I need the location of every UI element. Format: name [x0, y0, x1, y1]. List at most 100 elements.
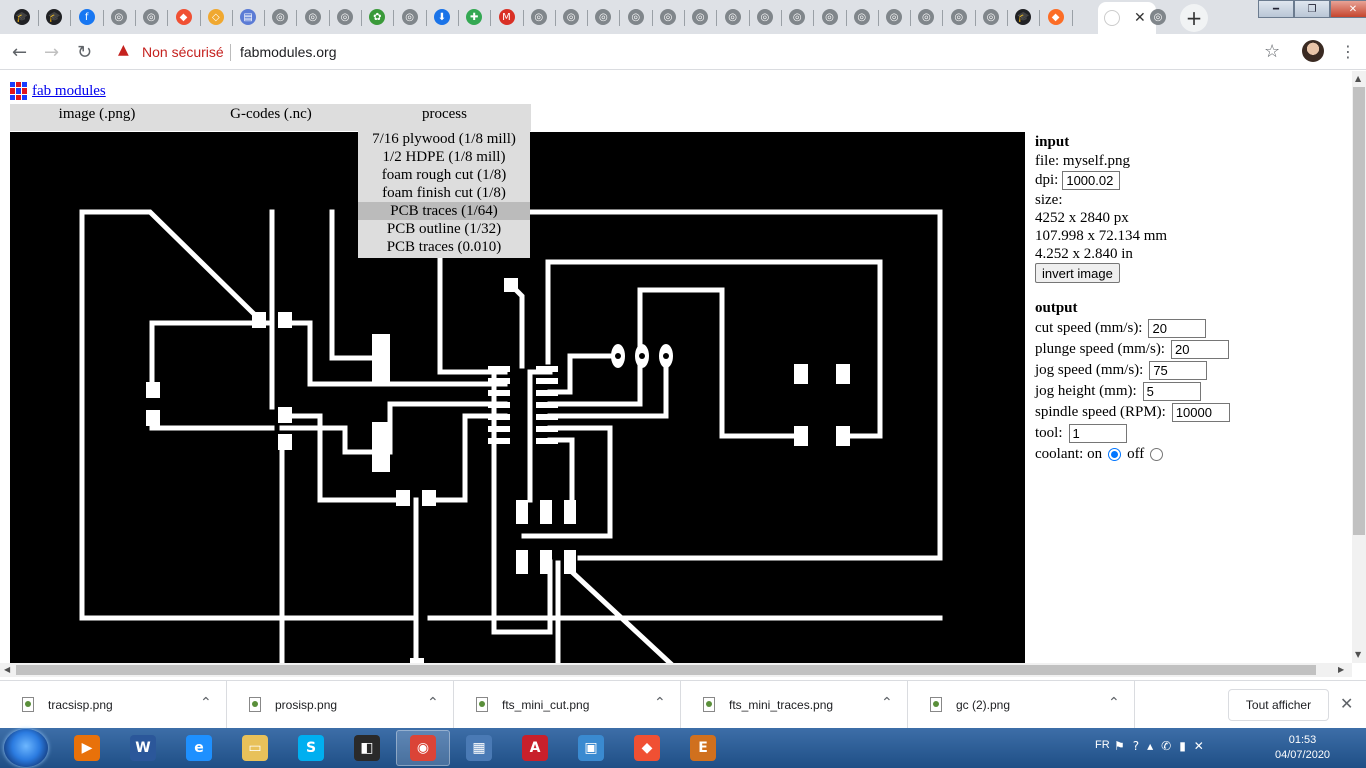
forward-arrow-icon[interactable]: → [44, 42, 59, 63]
warning-icon[interactable]: ▲ [118, 42, 129, 58]
language-indicator[interactable]: FR [1095, 739, 1110, 751]
browser-tab[interactable]: ◎ [103, 2, 135, 32]
browser-tab[interactable]: ✿ [361, 2, 393, 32]
scroll-left-icon[interactable]: ◀ [4, 665, 10, 674]
download-item[interactable]: fts_mini_traces.png ⌃ [681, 681, 908, 729]
browser-tab[interactable]: ◎ [555, 2, 587, 32]
plunge-speed-input[interactable] [1170, 340, 1229, 359]
chevron-up-icon[interactable]: ⌃ [427, 695, 439, 711]
spindle-speed-input[interactable] [1171, 403, 1230, 422]
coolant-on-radio[interactable] [1108, 448, 1122, 461]
chevron-up-icon[interactable]: ⌃ [881, 695, 893, 711]
browser-tab[interactable]: ✚ [458, 2, 490, 32]
profile-avatar[interactable] [1302, 40, 1324, 62]
browser-tab[interactable]: ◎ [135, 2, 167, 32]
menu-process[interactable]: process [358, 106, 531, 123]
minimize-button[interactable]: ━ [1258, 0, 1294, 18]
browser-tab[interactable]: ◎ [910, 2, 942, 32]
browser-tab[interactable]: ◎ [717, 2, 749, 32]
browser-tab[interactable]: M [491, 2, 523, 32]
back-arrow-icon[interactable]: ← [12, 42, 27, 63]
start-button[interactable] [4, 729, 48, 767]
download-item[interactable]: gc (2).png ⌃ [908, 681, 1135, 729]
browser-tab[interactable]: f [71, 2, 103, 32]
browser-tab[interactable]: ◎ [684, 2, 716, 32]
taskbar-app[interactable]: ▣ [564, 730, 618, 766]
more-menu-icon[interactable]: ⋮ [1340, 42, 1356, 61]
security-label[interactable]: Non sécurisé [142, 44, 224, 60]
browser-tab[interactable]: ◎ [943, 2, 975, 32]
browser-tab[interactable]: ◎ [781, 2, 813, 32]
taskbar-app[interactable]: ◧ [340, 730, 394, 766]
chevron-up-icon[interactable]: ⌃ [1108, 695, 1120, 711]
dpi-input[interactable] [1062, 171, 1121, 190]
taskbar-app[interactable]: ▭ [228, 730, 282, 766]
close-window-button[interactable]: ✕ [1330, 0, 1366, 18]
chevron-up-icon[interactable]: ⌃ [654, 695, 666, 711]
reload-icon[interactable]: ↻ [77, 42, 92, 63]
download-item[interactable]: tracsisp.png ⌃ [0, 681, 227, 729]
browser-tab[interactable]: ◎ [652, 2, 684, 32]
taskbar-app[interactable]: e [172, 730, 226, 766]
browser-tab[interactable]: ◎ [814, 2, 846, 32]
browser-tab[interactable]: 🎓 [38, 2, 70, 32]
horizontal-scroll-thumb[interactable] [16, 665, 1316, 675]
bookmark-star-icon[interactable]: ☆ [1264, 41, 1280, 62]
browser-tab[interactable]: ◎ [264, 2, 296, 32]
download-item[interactable]: fts_mini_cut.png ⌃ [454, 681, 681, 729]
process-option[interactable]: 7/16 plywood (1/8 mill) [358, 130, 530, 148]
taskbar-app[interactable]: ◆ [620, 730, 674, 766]
new-tab-button[interactable]: + [1180, 4, 1208, 32]
close-icon[interactable]: ✕ [1340, 694, 1353, 713]
browser-tab[interactable]: ◎ [620, 2, 652, 32]
browser-tab[interactable]: ◎ [523, 2, 555, 32]
taskbar-app[interactable]: S [284, 730, 338, 766]
browser-tab[interactable]: ◇ [200, 2, 232, 32]
jog-speed-input[interactable] [1149, 361, 1208, 380]
scroll-down-icon[interactable]: ▼ [1355, 650, 1361, 659]
tool-input[interactable] [1068, 424, 1127, 443]
browser-tab[interactable]: ⬇ [426, 2, 458, 32]
taskbar-app[interactable]: ◉ [396, 730, 450, 766]
browser-tab[interactable]: ◎ [749, 2, 781, 32]
browser-tab[interactable]: ◆ [168, 2, 200, 32]
browser-tab[interactable]: ◎ [297, 2, 329, 32]
process-option[interactable]: PCB outline (1/32) [358, 220, 530, 238]
process-option[interactable]: PCB traces (1/64) [358, 202, 530, 220]
chevron-up-icon[interactable]: ⌃ [200, 695, 212, 711]
menu-image[interactable]: image (.png) [10, 106, 184, 123]
scroll-up-icon[interactable]: ▲ [1355, 74, 1361, 83]
fab-modules-link[interactable]: fab modules [32, 83, 106, 100]
coolant-off-radio[interactable] [1150, 448, 1164, 461]
browser-tab[interactable]: ◎ [329, 2, 361, 32]
process-option[interactable]: 1/2 HDPE (1/8 mill) [358, 148, 530, 166]
browser-tab[interactable]: ◎ [878, 2, 910, 32]
scroll-right-icon[interactable]: ▶ [1338, 665, 1344, 674]
vertical-scroll-thumb[interactable] [1353, 87, 1365, 535]
taskbar-app[interactable]: E [676, 730, 730, 766]
browser-tab[interactable]: ◎ [846, 2, 878, 32]
maximize-button[interactable]: ❐ [1294, 0, 1330, 18]
download-item[interactable]: prosisp.png ⌃ [227, 681, 454, 729]
taskbar-app[interactable]: W [116, 730, 170, 766]
process-option[interactable]: PCB traces (0.010) [358, 238, 530, 256]
browser-tab[interactable]: ◎ [975, 2, 1007, 32]
taskbar-app[interactable]: ▦ [452, 730, 506, 766]
cut-speed-input[interactable] [1148, 319, 1207, 338]
process-option[interactable]: foam finish cut (1/8) [358, 184, 530, 202]
tray-icons[interactable]: ⚑?▴✆▮✕ [1114, 739, 1212, 753]
clock[interactable]: 01:53 04/07/2020 [1275, 733, 1330, 763]
browser-tab[interactable]: 🎓 [6, 2, 38, 32]
browser-tab[interactable]: ▤ [232, 2, 264, 32]
browser-tab[interactable]: ◎ [587, 2, 619, 32]
menu-gcodes[interactable]: G-codes (.nc) [184, 106, 358, 123]
browser-tab[interactable]: ◆ [1040, 2, 1072, 32]
taskbar-app[interactable]: A [508, 730, 562, 766]
browser-tab[interactable]: 🎓 [1007, 2, 1039, 32]
show-all-downloads-button[interactable]: Tout afficher [1228, 689, 1329, 721]
process-option[interactable]: foam rough cut (1/8) [358, 166, 530, 184]
omnibox[interactable]: ▲ Non sécurisé fabmodules.org ☆ [106, 39, 1292, 67]
taskbar-app[interactable]: ▶ [60, 730, 114, 766]
browser-tab[interactable]: ◎ [394, 2, 426, 32]
url-text[interactable]: fabmodules.org [240, 44, 337, 60]
